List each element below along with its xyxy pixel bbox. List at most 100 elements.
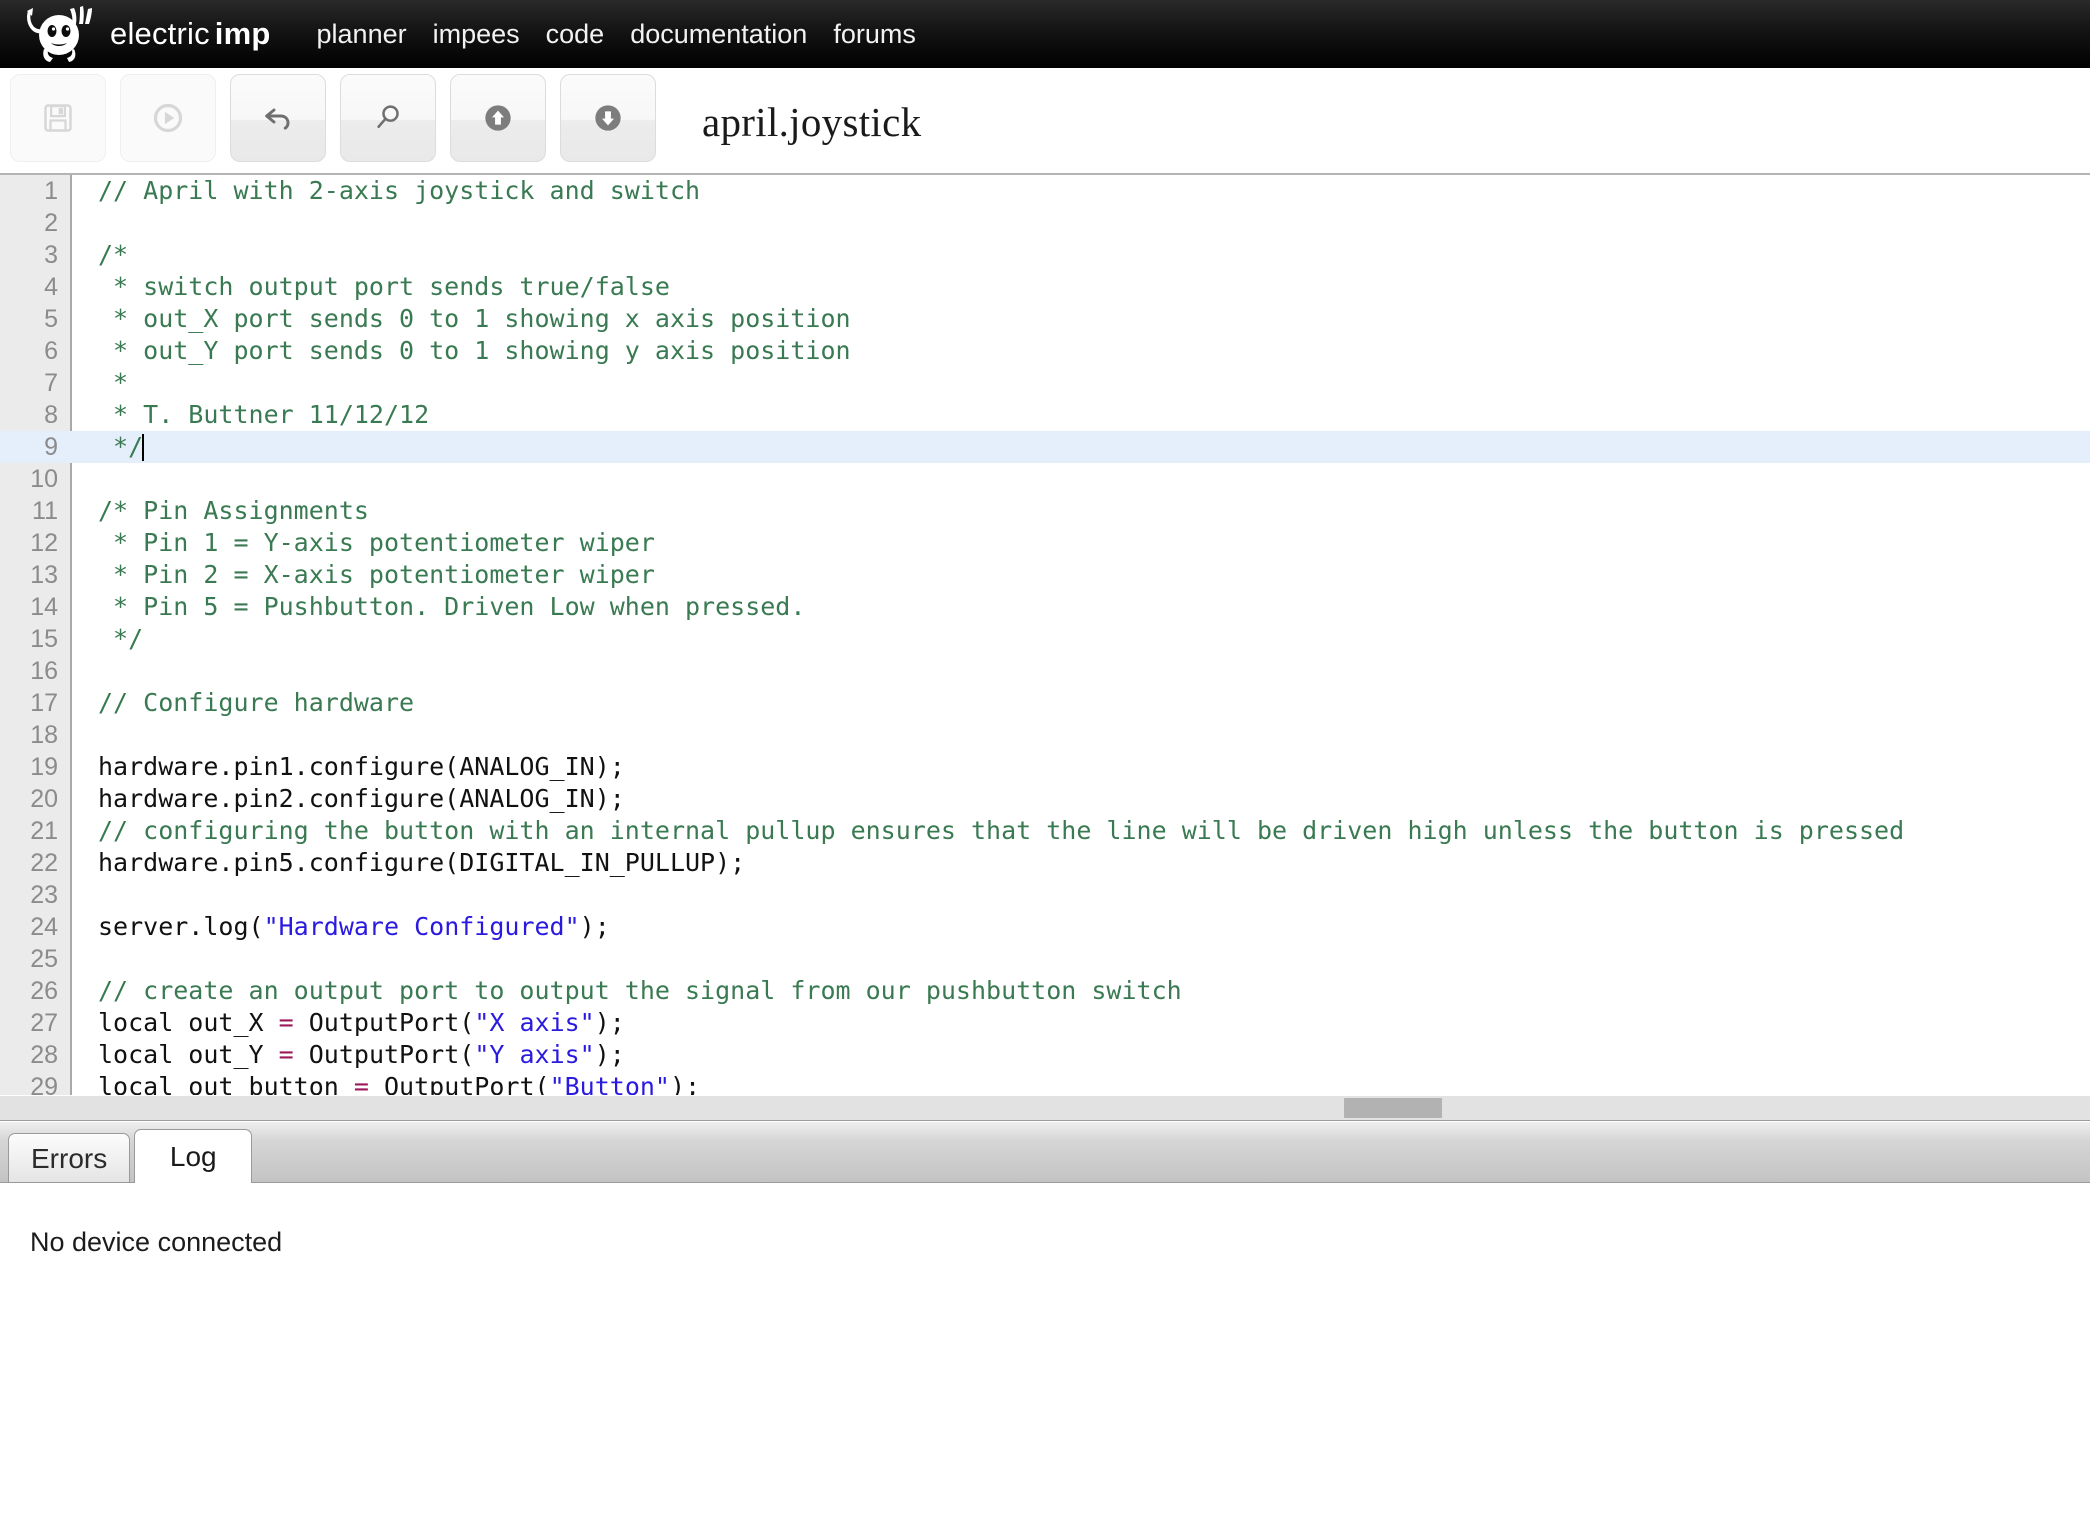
bottom-panel-tabbar: Errors Log xyxy=(0,1121,2090,1183)
line-content: server.log("Hardware Configured"); xyxy=(98,911,610,943)
token-com: * out_Y port sends 0 to 1 showing y axis… xyxy=(98,336,851,365)
document-title: april.joystick xyxy=(702,98,922,145)
line-number: 25 xyxy=(30,945,58,973)
token-pln: hardware.pin1.configure(ANALOG_IN); xyxy=(98,752,625,781)
token-pln: hardware.pin2.configure(ANALOG_IN); xyxy=(98,784,625,813)
line-number: 14 xyxy=(30,593,58,621)
token-str: "Hardware Configured" xyxy=(263,912,580,941)
line-number: 21 xyxy=(30,817,58,845)
nav-impees[interactable]: impees xyxy=(433,19,520,50)
brand-text-bold: imp xyxy=(214,16,271,51)
line-number: 18 xyxy=(30,721,58,749)
line-number: 9 xyxy=(44,433,58,461)
code-line[interactable]: 7 * xyxy=(0,367,2090,399)
code-line[interactable]: 26 // create an output port to output the… xyxy=(0,975,2090,1007)
line-content: * xyxy=(98,367,128,399)
code-line[interactable]: 18 xyxy=(0,719,2090,751)
nav-documentation[interactable]: documentation xyxy=(630,19,807,50)
code-editor[interactable]: 1 // April with 2-axis joystick and switc… xyxy=(0,173,2090,1095)
horizontal-scrollbar-thumb[interactable] xyxy=(1343,1098,1443,1118)
tab-errors[interactable]: Errors xyxy=(8,1133,131,1183)
code-line[interactable]: 19 hardware.pin1.configure(ANALOG_IN); xyxy=(0,751,2090,783)
horizontal-scrollbar[interactable] xyxy=(0,1095,2090,1121)
token-pln: ); xyxy=(594,1008,625,1037)
code-line[interactable]: 1 // April with 2-axis joystick and switc… xyxy=(0,175,2090,207)
line-content: // configuring the button with an intern… xyxy=(98,815,1904,847)
code-line[interactable]: 6 * out_Y port sends 0 to 1 showing y ax… xyxy=(0,335,2090,367)
code-line[interactable]: 20 hardware.pin2.configure(ANALOG_IN); xyxy=(0,783,2090,815)
token-str: "Button" xyxy=(549,1072,670,1095)
code-line[interactable]: 29 local out_button = OutputPort("Button"… xyxy=(0,1071,2090,1095)
line-content: hardware.pin2.configure(ANALOG_IN); xyxy=(98,783,625,815)
search-button[interactable] xyxy=(340,74,436,162)
code-line[interactable]: 17 // Configure hardware xyxy=(0,687,2090,719)
line-number: 4 xyxy=(44,273,58,301)
token-com: * xyxy=(98,368,129,397)
code-line[interactable]: 16 xyxy=(0,655,2090,687)
editor-toolbar: april.joystick xyxy=(0,68,2090,173)
line-content: /* xyxy=(98,239,128,271)
line-number: 24 xyxy=(30,913,58,941)
nav-forums[interactable]: forums xyxy=(833,19,916,50)
code-line[interactable]: 28 local out_Y = OutputPort("Y axis"); xyxy=(0,1039,2090,1071)
line-number: 7 xyxy=(44,369,58,397)
line-number: 1 xyxy=(44,177,58,205)
code-line[interactable]: 14 * Pin 5 = Pushbutton. Driven Low when… xyxy=(0,591,2090,623)
code-line[interactable]: 13 * Pin 2 = X-axis potentiometer wiper xyxy=(0,559,2090,591)
line-content: * Pin 1 = Y-axis potentiometer wiper xyxy=(98,527,655,559)
top-navigation-bar: electric imp planner impees code document… xyxy=(0,0,2090,68)
code-line[interactable]: 12 * Pin 1 = Y-axis potentiometer wiper xyxy=(0,527,2090,559)
play-circle-icon xyxy=(153,103,183,133)
line-content: * T. Buttner 11/12/12 xyxy=(98,399,429,431)
run-button[interactable] xyxy=(120,74,216,162)
download-button[interactable] xyxy=(560,74,656,162)
code-line[interactable]: 10 xyxy=(0,463,2090,495)
line-number: 28 xyxy=(30,1041,58,1069)
code-line[interactable]: 5 * out_X port sends 0 to 1 showing x ax… xyxy=(0,303,2090,335)
line-number: 16 xyxy=(30,657,58,685)
undo-arrow-icon xyxy=(265,108,290,130)
code-line[interactable]: 22 hardware.pin5.configure(DIGITAL_IN_PUL… xyxy=(0,847,2090,879)
code-line[interactable]: 8 * T. Buttner 11/12/12 xyxy=(0,399,2090,431)
undo-button[interactable] xyxy=(230,74,326,162)
upload-button[interactable] xyxy=(450,74,546,162)
imp-devil-logo-icon xyxy=(27,6,92,62)
line-number: 19 xyxy=(30,753,58,781)
nav-planner[interactable]: planner xyxy=(317,19,407,50)
token-com: */ xyxy=(98,432,144,461)
code-line[interactable]: 11 /* Pin Assignments xyxy=(0,495,2090,527)
tab-log[interactable]: Log xyxy=(134,1129,253,1183)
code-line[interactable]: 27 local out_X = OutputPort("X axis"); xyxy=(0,1007,2090,1039)
token-com: // April with 2-axis joystick and switch xyxy=(98,176,701,205)
code-line[interactable]: 15 */ xyxy=(0,623,2090,655)
log-message: No device connected xyxy=(30,1227,283,1257)
nav-code[interactable]: code xyxy=(546,19,605,50)
arrow-down-circle-icon xyxy=(595,105,621,131)
line-content: // Configure hardware xyxy=(98,687,414,719)
code-line[interactable]: 24 server.log("Hardware Configured"); xyxy=(0,911,2090,943)
brand-text-light: electric xyxy=(110,16,210,51)
line-number: 27 xyxy=(30,1009,58,1037)
save-button[interactable] xyxy=(10,74,106,162)
token-op: = xyxy=(353,1072,369,1095)
line-content: local out_X = OutputPort("X axis"); xyxy=(98,1007,625,1039)
line-content: */ xyxy=(98,623,143,655)
code-line[interactable]: 23 xyxy=(0,879,2090,911)
code-line[interactable]: 21 // configuring the button with an inte… xyxy=(0,815,2090,847)
code-line[interactable]: 3 /* xyxy=(0,239,2090,271)
code-line[interactable]: 2 xyxy=(0,207,2090,239)
code-line[interactable]: 9 */ xyxy=(0,431,2090,463)
token-com: * Pin 1 = Y-axis potentiometer wiper xyxy=(98,528,655,557)
brand-logo[interactable]: electric imp xyxy=(24,0,271,68)
line-number: 6 xyxy=(44,337,58,365)
line-number: 15 xyxy=(30,625,58,653)
token-pln: OutputPort( xyxy=(368,1072,550,1095)
line-content: * out_Y port sends 0 to 1 showing y axis… xyxy=(98,335,851,367)
top-nav-links: planner impees code documentation forums xyxy=(317,19,916,50)
token-com: * switch output port sends true/false xyxy=(98,272,670,301)
log-panel-body: No device connected xyxy=(0,1182,2090,1523)
code-line[interactable]: 25 xyxy=(0,943,2090,975)
token-com: * Pin 2 = X-axis potentiometer wiper xyxy=(98,560,655,589)
code-line[interactable]: 4 * switch output port sends true/false xyxy=(0,271,2090,303)
code-lines-container[interactable]: 1 // April with 2-axis joystick and switc… xyxy=(0,175,2090,1095)
